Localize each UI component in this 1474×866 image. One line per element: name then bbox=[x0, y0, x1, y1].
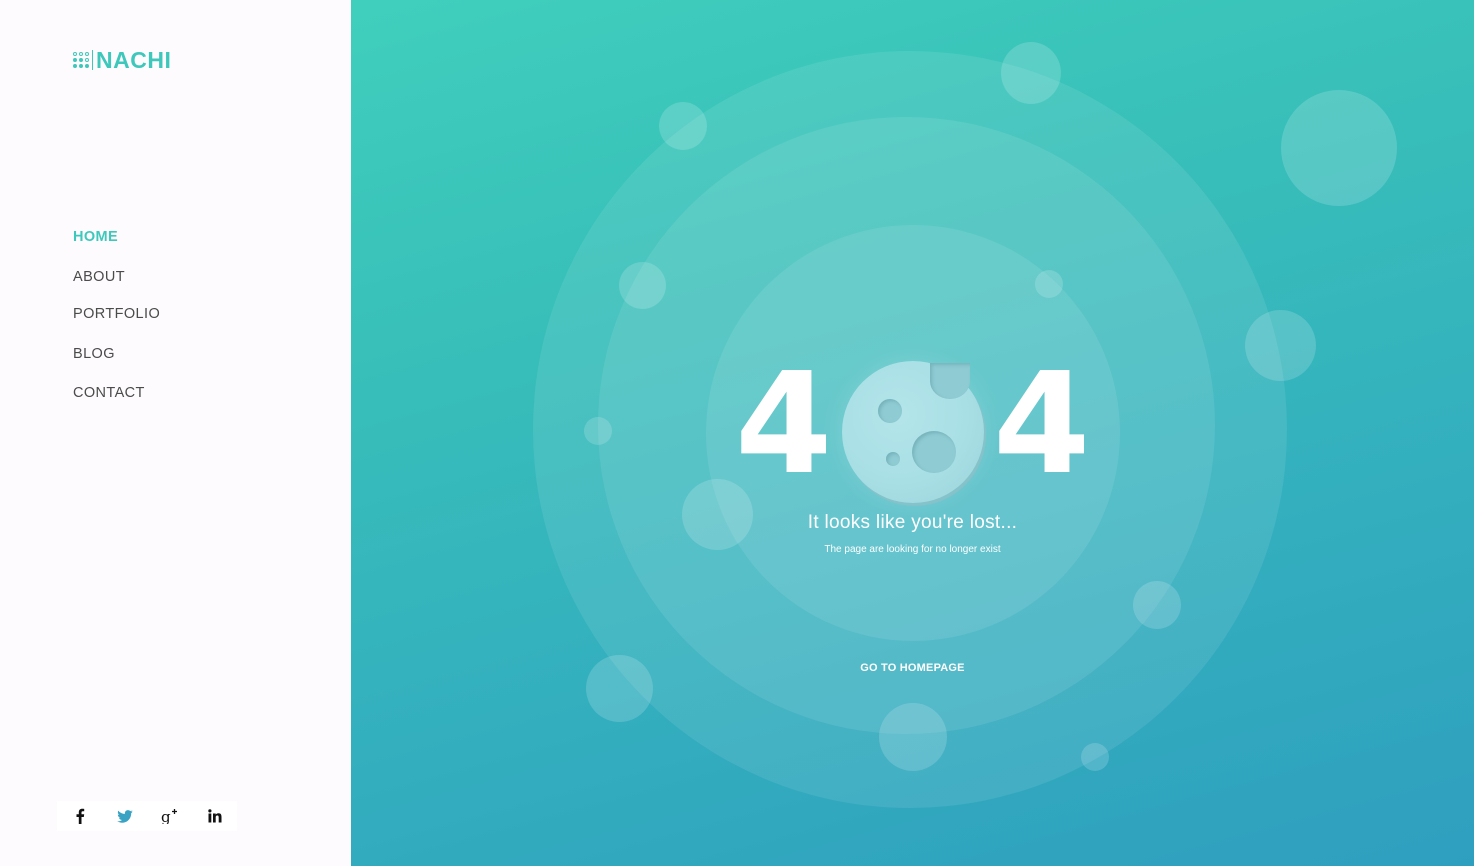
svg-text:g: g bbox=[161, 808, 171, 824]
nav-item-about[interactable]: ABOUT bbox=[73, 269, 125, 285]
nav-item-portfolio[interactable]: PORTFOLIO bbox=[73, 306, 160, 322]
error-digit-left: 4 bbox=[735, 343, 833, 506]
error-panel: 4 4 It looks like you're lost... The pag… bbox=[351, 0, 1474, 866]
brand-name: NACHI bbox=[96, 46, 172, 73]
twitter-icon bbox=[116, 809, 133, 823]
google-plus-button[interactable]: g bbox=[147, 801, 192, 831]
go-to-homepage-button[interactable]: GO TO HOMEPAGE bbox=[860, 662, 964, 674]
bubble bbox=[1281, 90, 1397, 206]
error-subtext: The page are looking for no longer exist bbox=[824, 544, 1001, 555]
nav-item-contact[interactable]: CONTACT bbox=[73, 385, 145, 401]
bubble bbox=[879, 703, 947, 771]
twitter-button[interactable] bbox=[102, 801, 147, 831]
error-digit-right: 4 bbox=[993, 343, 1091, 506]
bubble bbox=[1245, 310, 1316, 381]
nav-item-blog[interactable]: BLOG bbox=[73, 346, 115, 362]
error-headline: It looks like you're lost... bbox=[807, 512, 1018, 533]
crater bbox=[930, 363, 970, 399]
bubble bbox=[584, 417, 612, 445]
facebook-icon bbox=[76, 808, 84, 824]
logo[interactable]: NACHI bbox=[73, 46, 172, 73]
linkedin-button[interactable] bbox=[192, 801, 237, 831]
bubble bbox=[619, 262, 666, 309]
crater bbox=[912, 431, 956, 473]
crater bbox=[886, 452, 900, 466]
bubble bbox=[1035, 270, 1063, 298]
bubble bbox=[659, 102, 707, 150]
go-to-homepage-link: GO TO HOMEPAGE bbox=[351, 662, 1474, 674]
moon-icon bbox=[842, 361, 984, 503]
sidebar: NACHI HOME ABOUT PORTFOLIO BLOG CONTACT … bbox=[0, 0, 351, 866]
facebook-button[interactable] bbox=[57, 801, 102, 831]
google-plus-icon: g bbox=[161, 808, 177, 824]
logo-divider bbox=[92, 50, 93, 70]
nav-item-home[interactable]: HOME bbox=[73, 229, 118, 245]
bubble bbox=[1081, 743, 1109, 771]
social-links: g bbox=[57, 801, 237, 831]
dots-grid-icon bbox=[73, 52, 89, 68]
crater bbox=[878, 399, 902, 423]
bubble bbox=[1001, 42, 1061, 104]
bubble bbox=[1133, 581, 1181, 629]
linkedin-icon bbox=[207, 809, 221, 823]
